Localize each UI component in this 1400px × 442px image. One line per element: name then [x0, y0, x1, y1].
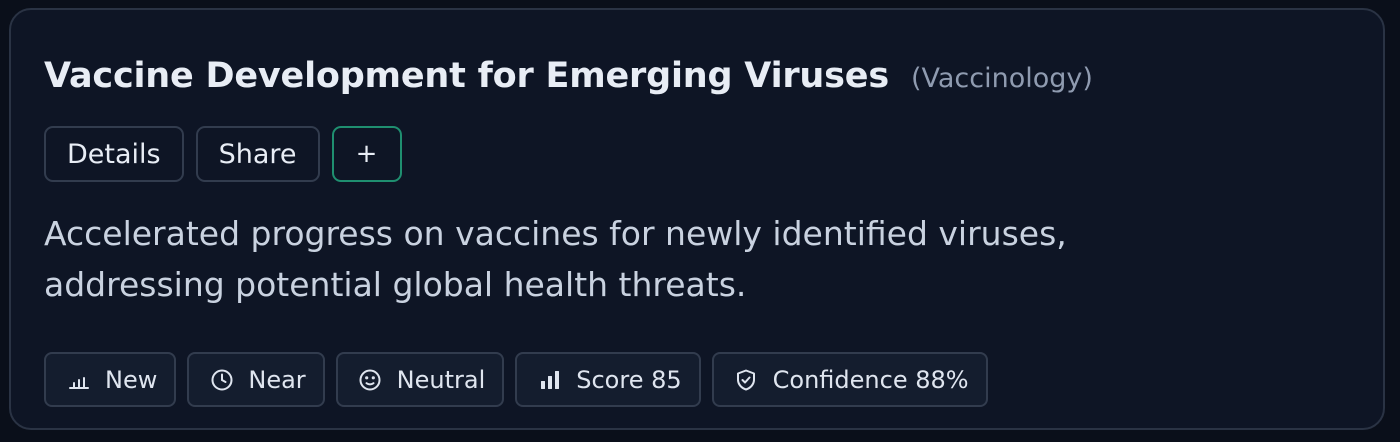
tag-label: Score 85 — [576, 365, 682, 394]
add-button[interactable]: + — [331, 126, 402, 182]
shield-check-icon — [734, 367, 759, 392]
bar-chart-icon — [537, 367, 562, 392]
tag-label: Near — [248, 365, 306, 394]
tag-sentiment: Neutral — [335, 352, 505, 407]
card-description: Accelerated progress on vaccines for new… — [44, 214, 1067, 304]
tag-confidence: Confidence 88% — [711, 352, 988, 407]
tag-label: New — [105, 365, 158, 394]
tag-label: Neutral — [396, 365, 486, 394]
details-button[interactable]: Details — [44, 126, 184, 182]
share-button[interactable]: Share — [195, 126, 320, 182]
trend-card: Vaccine Development for Emerging Viruses… — [9, 8, 1385, 430]
tag-score: Score 85 — [515, 352, 701, 407]
tag-horizon: Near — [187, 352, 325, 407]
action-buttons: Details Share + — [44, 126, 402, 182]
tag-label: Confidence 88% — [772, 365, 969, 394]
clock-icon — [209, 367, 234, 392]
title-row: Vaccine Development for Emerging Viruses… — [44, 56, 1093, 96]
category-label: (Vaccinology) — [910, 63, 1093, 94]
tag-list: New Near Neutral Score 85 Confidence 88% — [44, 352, 988, 407]
bar-chart-low-icon — [66, 367, 91, 392]
tag-status: New — [44, 352, 177, 407]
card-title: Vaccine Development for Emerging Viruses — [44, 56, 889, 96]
neutral-face-icon — [358, 367, 383, 392]
